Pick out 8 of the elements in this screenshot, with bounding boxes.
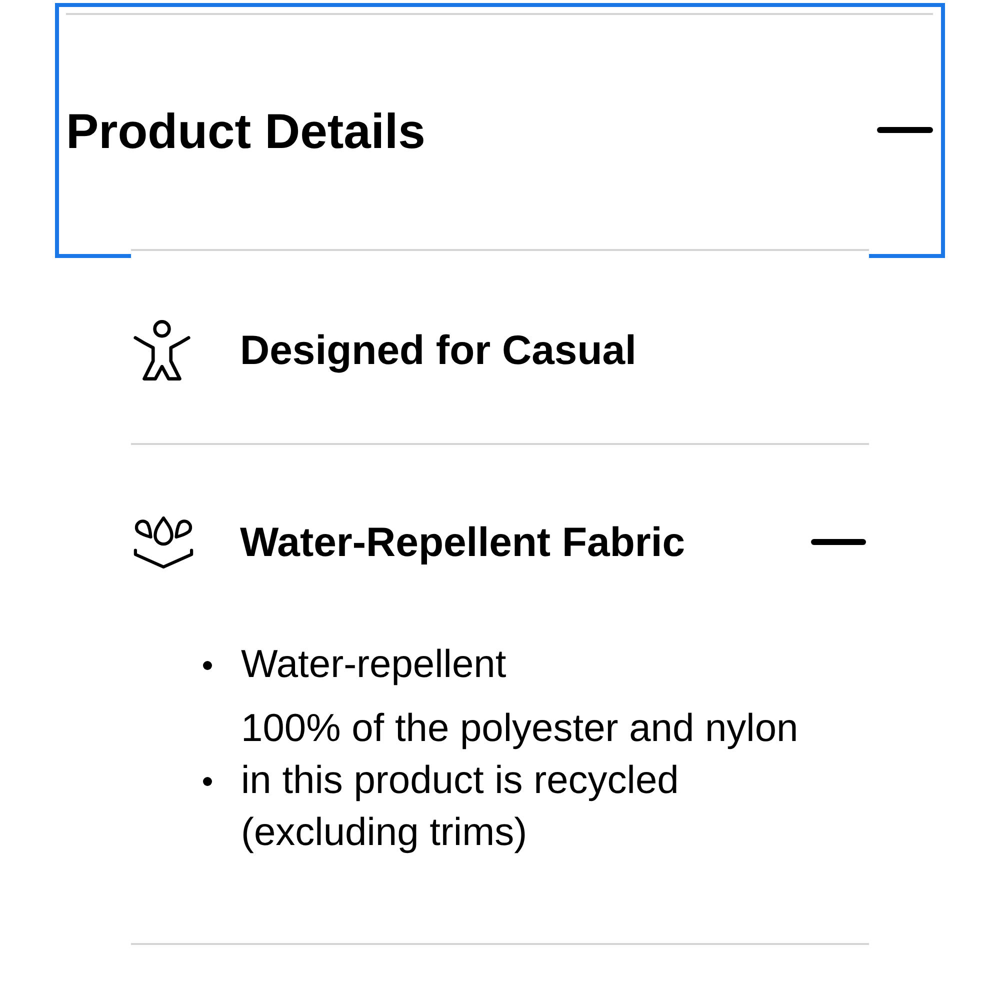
bullet-icon <box>203 660 212 670</box>
person-icon <box>133 320 191 381</box>
accordion-header[interactable]: Product Details <box>55 3 945 258</box>
bullet-text: Water-repellent <box>241 642 508 688</box>
bullet-text: 100% of the polyester and nylon in this product is recycled (excluding trims) <box>241 706 800 856</box>
feature-label: Designed for Casual <box>240 327 638 374</box>
bullet-icon <box>203 776 212 786</box>
water-drops-icon <box>132 516 195 568</box>
